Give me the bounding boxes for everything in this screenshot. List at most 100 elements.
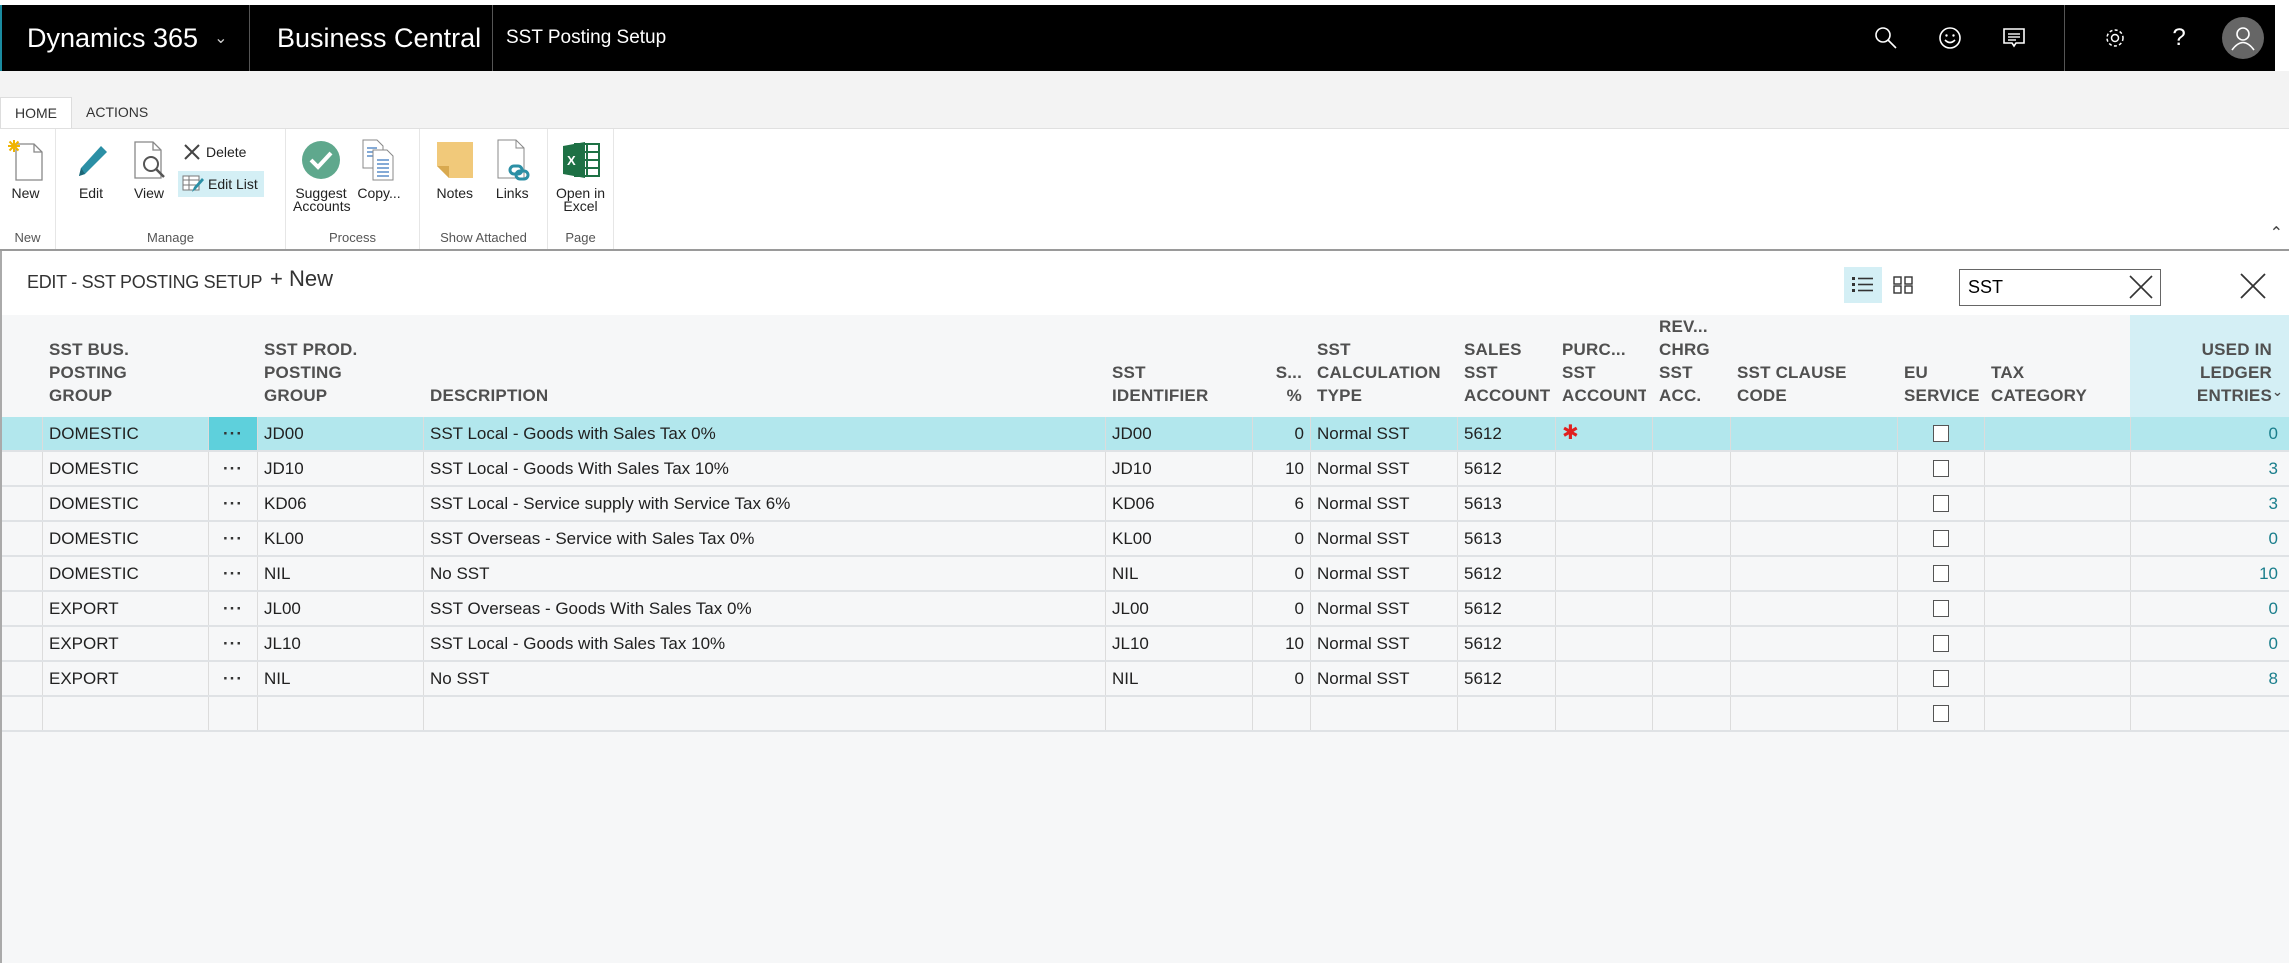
cell-sst-percent[interactable]: 0 [1252, 592, 1310, 625]
cell-reverse-charge-account[interactable] [1652, 522, 1730, 555]
cell-prod-posting-group[interactable]: JD00 [257, 417, 423, 450]
search-input[interactable] [1968, 277, 2118, 298]
gear-icon[interactable] [2083, 5, 2147, 71]
cell-reverse-charge-account[interactable] [1652, 487, 1730, 520]
cell-used-in-ledger-entries[interactable]: 0 [2130, 627, 2284, 660]
cell-tax-category[interactable] [1984, 417, 2130, 450]
cell-prod-posting-group[interactable]: JD10 [257, 452, 423, 485]
table-row[interactable]: DOMESTIC ··· KL00 SST Overseas - Service wi… [2, 522, 2289, 557]
eu-service-checkbox[interactable] [1933, 599, 1949, 617]
cell-sales-account[interactable]: 5612 [1457, 627, 1555, 660]
cell-sales-account[interactable]: 5612 [1457, 592, 1555, 625]
cell-sst-percent[interactable]: 6 [1252, 487, 1310, 520]
cell-clause-code[interactable] [1730, 592, 1897, 625]
cell-prod-posting-group[interactable]: JL10 [257, 627, 423, 660]
cell-clause-code[interactable] [1730, 662, 1897, 695]
row-selector[interactable] [2, 487, 42, 520]
eu-service-checkbox[interactable] [1933, 564, 1949, 582]
cell-reverse-charge-account[interactable] [1652, 557, 1730, 590]
cell-tax-category[interactable] [1984, 452, 2130, 485]
cell-description[interactable]: No SST [423, 662, 1105, 695]
cell-sales-account[interactable]: 5612 [1457, 662, 1555, 695]
cell-bus-posting-group[interactable]: DOMESTIC [42, 557, 208, 590]
col-header-description[interactable]: DESCRIPTION [430, 384, 730, 407]
eu-service-checkbox[interactable] [1933, 494, 1949, 512]
cell-clause-code[interactable] [1730, 522, 1897, 555]
app-name[interactable]: Business Central [250, 5, 493, 71]
cell-tax-category[interactable] [1984, 557, 2130, 590]
cell-sst-percent[interactable]: 0 [1252, 557, 1310, 590]
row-actions-ellipsis[interactable]: ··· [208, 627, 257, 660]
cell-purchase-account[interactable] [1555, 557, 1652, 590]
row-selector[interactable] [2, 592, 42, 625]
cell-calculation-type[interactable]: Normal SST [1310, 557, 1457, 590]
sort-descending-chevron-icon[interactable]: ⌄ [2272, 380, 2288, 403]
col-header-bus-posting-group[interactable]: SST BUS. POSTING GROUP [49, 338, 199, 407]
cell-used-in-ledger-entries[interactable]: 8 [2130, 662, 2284, 695]
cell-bus-posting-group[interactable] [42, 697, 208, 730]
delete-button[interactable]: Delete [178, 139, 264, 165]
cell-bus-posting-group[interactable]: DOMESTIC [42, 487, 208, 520]
cell-sst-identifier[interactable]: JL10 [1105, 627, 1252, 660]
cell-sst-identifier[interactable]: KL00 [1105, 522, 1252, 555]
cell-reverse-charge-account[interactable] [1652, 697, 1730, 730]
close-page-icon[interactable] [2238, 271, 2268, 306]
table-row[interactable]: DOMESTIC ··· JD10 SST Local - Goods With Sa… [2, 452, 2289, 487]
cell-bus-posting-group[interactable]: EXPORT [42, 627, 208, 660]
cell-description[interactable]: SST Local - Goods with Sales Tax 10% [423, 627, 1105, 660]
row-actions-ellipsis[interactable]: ··· [208, 452, 257, 485]
chat-icon[interactable] [1982, 5, 2046, 71]
cell-used-in-ledger-entries[interactable]: 0 [2130, 522, 2284, 555]
cell-purchase-account[interactable] [1555, 487, 1652, 520]
cell-description[interactable]: SST Overseas - Service with Sales Tax 0% [423, 522, 1105, 555]
smiley-icon[interactable] [1918, 5, 1982, 71]
cell-sales-account[interactable]: 5613 [1457, 487, 1555, 520]
cell-reverse-charge-account[interactable] [1652, 627, 1730, 660]
row-actions-ellipsis[interactable] [208, 697, 257, 730]
col-header-sst-identifier[interactable]: SST IDENTIFIER [1112, 361, 1242, 407]
col-header-tax-category[interactable]: TAX CATEGORY [1991, 361, 2121, 407]
cell-reverse-charge-account[interactable] [1652, 417, 1730, 450]
list-view-icon[interactable] [1844, 267, 1882, 303]
cell-description[interactable]: SST Overseas - Goods With Sales Tax 0% [423, 592, 1105, 625]
cell-bus-posting-group[interactable]: DOMESTIC [42, 522, 208, 555]
cell-prod-posting-group[interactable]: JL00 [257, 592, 423, 625]
cell-prod-posting-group[interactable] [257, 697, 423, 730]
row-selector[interactable] [2, 417, 42, 450]
row-actions-ellipsis[interactable]: ··· [208, 592, 257, 625]
row-selector[interactable] [2, 662, 42, 695]
col-header-prod-posting-group[interactable]: SST PROD. POSTING GROUP [264, 338, 414, 407]
table-row[interactable]: DOMESTIC ··· NIL No SST NIL 0 Normal SST 5612 10 [2, 557, 2289, 592]
cell-tax-category[interactable] [1984, 522, 2130, 555]
cell-sst-identifier[interactable] [1105, 697, 1252, 730]
search-icon[interactable] [1854, 5, 1918, 71]
row-actions-ellipsis[interactable]: ··· [208, 487, 257, 520]
row-selector[interactable] [2, 557, 42, 590]
tab-actions[interactable]: ACTIONS [72, 97, 162, 128]
cell-prod-posting-group[interactable]: NIL [257, 662, 423, 695]
col-header-used-in-ledger-entries[interactable]: USED IN LEDGER ENTRIES [2137, 338, 2272, 407]
cell-purchase-account[interactable] [1555, 522, 1652, 555]
cell-bus-posting-group[interactable]: DOMESTIC [42, 452, 208, 485]
cell-calculation-type[interactable] [1310, 697, 1457, 730]
cell-prod-posting-group[interactable]: NIL [257, 557, 423, 590]
cell-prod-posting-group[interactable]: KL00 [257, 522, 423, 555]
cell-sst-identifier[interactable]: JD10 [1105, 452, 1252, 485]
col-header-eu-service[interactable]: EU SERVICE [1904, 361, 1980, 407]
cell-description[interactable]: SST Local - Goods with Sales Tax 0% [423, 417, 1105, 450]
collapse-ribbon-chevron-up-icon[interactable]: ⌃ [2270, 223, 2283, 243]
table-row[interactable]: DOMESTIC ··· KD06 SST Local - Service suppl… [2, 487, 2289, 522]
cell-calculation-type[interactable]: Normal SST [1310, 417, 1457, 450]
cell-sst-identifier[interactable]: JL00 [1105, 592, 1252, 625]
table-row[interactable]: EXPORT ··· NIL No SST NIL 0 Normal SST 5612 8 [2, 662, 2289, 697]
table-row[interactable]: EXPORT ··· JL10 SST Local - Goods with Sale… [2, 627, 2289, 662]
cell-description[interactable]: SST Local - Goods With Sales Tax 10% [423, 452, 1105, 485]
table-row[interactable] [2, 697, 2289, 732]
cell-calculation-type[interactable]: Normal SST [1310, 627, 1457, 660]
cell-sst-percent[interactable]: 10 [1252, 452, 1310, 485]
tab-home[interactable]: HOME [0, 97, 72, 128]
eu-service-checkbox[interactable] [1933, 529, 1949, 547]
cell-sst-percent[interactable]: 0 [1252, 662, 1310, 695]
row-selector[interactable] [2, 452, 42, 485]
eu-service-checkbox[interactable] [1933, 669, 1949, 687]
